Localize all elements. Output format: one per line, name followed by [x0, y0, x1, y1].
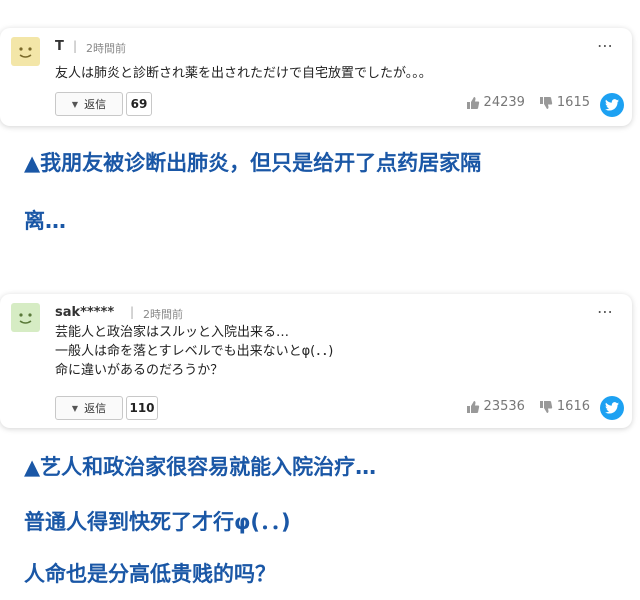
separator: | [130, 305, 135, 319]
avatar [11, 303, 40, 332]
comment-card: T | 2時間前 ⋯ 友人は肺炎と診断され薬を出されただけで自宅放置でしたが。。… [0, 28, 632, 126]
twitter-share-button[interactable] [600, 93, 624, 117]
like-count: 23536 [483, 399, 525, 414]
caption-line: 普通人得到快死了才行φ(．．) [24, 510, 291, 534]
caption-line: ▲我朋友被诊断出肺炎，但只是给开了点药居家隔 [24, 151, 482, 175]
more-options-icon[interactable]: ⋯ [597, 302, 614, 321]
comment-username[interactable]: T [55, 39, 64, 54]
smiley-face-icon [19, 313, 32, 324]
separator: | [73, 39, 78, 53]
dislike-count: 1615 [556, 95, 590, 110]
twitter-share-button[interactable] [600, 396, 624, 420]
smiley-face-icon [19, 47, 32, 58]
comment-body: 友人は肺炎と診断され薬を出されただけで自宅放置でしたが。。。 [55, 66, 432, 81]
reply-button[interactable]: ▼ 返信 [55, 396, 123, 420]
reply-label: 返信 [84, 402, 107, 415]
vote-area: 23536 1616 [466, 399, 590, 414]
thumbs-down-icon[interactable] [539, 96, 553, 110]
thumbs-up-icon[interactable] [466, 96, 480, 110]
comment-body-line: 命に違いがあるのだろうか？ [55, 363, 224, 378]
caption-line: 人命也是分高低贵贱的吗？ [24, 562, 276, 586]
reply-count: 110 [126, 396, 158, 420]
comment-body-line: 芸能人と政治家はスルッと入院出来る… [55, 325, 290, 340]
avatar [11, 37, 40, 66]
dislike-count: 1616 [556, 399, 590, 414]
reply-button[interactable]: ▼ 返信 [55, 92, 123, 116]
twitter-icon [605, 402, 619, 414]
comment-username[interactable]: sak***** [55, 305, 114, 320]
like-count: 24239 [483, 95, 525, 110]
comment-card: sak***** | 2時間前 ⋯ 芸能人と政治家はスルッと入院出来る… 一般人… [0, 294, 632, 428]
thumbs-down-icon[interactable] [539, 400, 553, 414]
more-options-icon[interactable]: ⋯ [597, 36, 614, 55]
chevron-down-icon: ▼ [71, 99, 79, 109]
comment-time: 2時間前 [143, 308, 183, 321]
comment-body-line: 一般人は命を落とすレベルでも出来ないとφ(．．) [55, 344, 334, 359]
vote-area: 24239 1615 [466, 95, 590, 110]
reply-label: 返信 [84, 98, 107, 111]
twitter-icon [605, 99, 619, 111]
caption-line: 离… [24, 209, 66, 233]
chevron-down-icon: ▼ [71, 403, 79, 413]
comment-time: 2時間前 [86, 42, 126, 55]
caption-line: ▲艺人和政治家很容易就能入院治疗… [24, 455, 377, 479]
reply-count: 69 [126, 92, 152, 116]
thumbs-up-icon[interactable] [466, 400, 480, 414]
